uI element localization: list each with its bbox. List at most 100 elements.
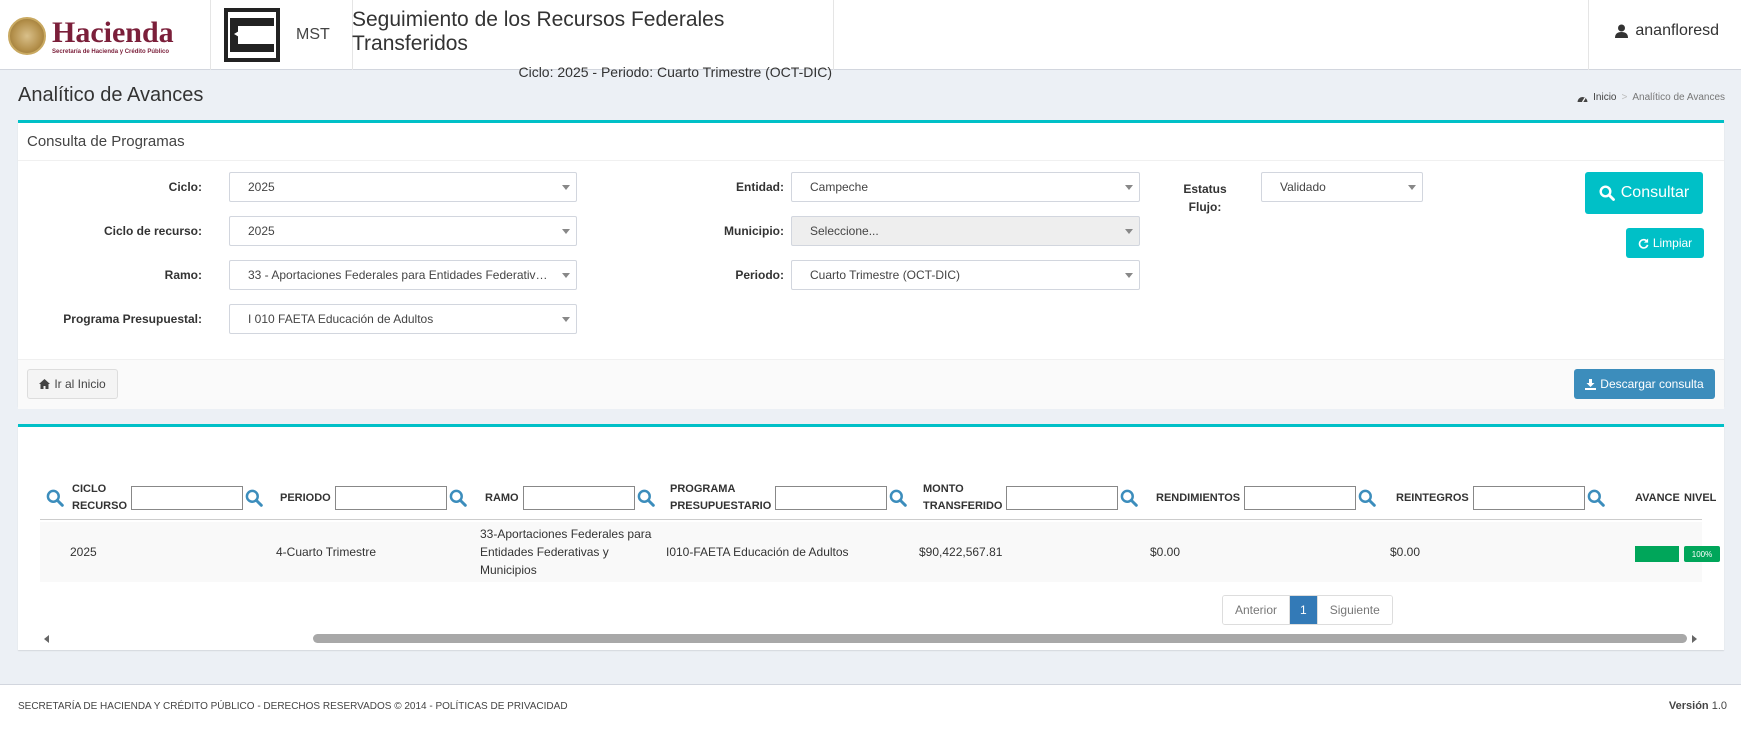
estatus-select[interactable]: Validado bbox=[1261, 172, 1423, 202]
chevron-down-icon bbox=[1125, 273, 1133, 278]
th-periodo: PERIODO bbox=[280, 476, 482, 520]
search-icon bbox=[1599, 185, 1615, 201]
search-icon[interactable] bbox=[243, 487, 265, 509]
ciclo-label: Ciclo: bbox=[168, 180, 202, 194]
results-box: CICLO RECURSO PERIODO RAMO PROGRAMA PRESUP… bbox=[18, 424, 1724, 650]
nivel-badge: 100% bbox=[1684, 546, 1720, 562]
entidad-label: Entidad: bbox=[736, 180, 784, 194]
logo-title: Hacienda bbox=[52, 15, 174, 49]
periodo-filter-input[interactable] bbox=[334, 486, 447, 510]
breadcrumb-home[interactable]: Inicio bbox=[1593, 92, 1616, 103]
mst-label: MST bbox=[296, 26, 330, 43]
footer-version: Versión 1.0 bbox=[1668, 700, 1727, 712]
user-name: ananfloresd bbox=[1635, 22, 1719, 39]
ramo-label: Ramo: bbox=[164, 268, 202, 282]
cell-reintegros: $0.00 bbox=[1390, 545, 1421, 559]
pagination-page-1[interactable]: 1 bbox=[1289, 596, 1317, 624]
page-title: Analítico de Avances bbox=[18, 84, 204, 106]
cell-rendimientos: $0.00 bbox=[1150, 545, 1181, 559]
municipio-select[interactable]: Seleccione... bbox=[791, 216, 1140, 246]
page-footer: SECRETARÍA DE HACIENDA Y CRÉDITO PÚBLICO… bbox=[0, 684, 1741, 730]
footer-copyright: SECRETARÍA DE HACIENDA Y CRÉDITO PÚBLICO… bbox=[18, 701, 568, 712]
app-subtitle: Ciclo: 2025 - Periodo: Cuarto Trimestre … bbox=[518, 64, 832, 80]
th-nivel: NIVEL bbox=[1684, 491, 1717, 504]
programa-select[interactable]: I 010 FAETA Educación de Adultos bbox=[229, 304, 577, 334]
ciclo-recurso-select[interactable]: 2025 bbox=[229, 216, 577, 246]
table-row[interactable]: 2025 4-Cuarto Trimestre 33-Aportaciones … bbox=[40, 522, 1720, 582]
search-icon[interactable] bbox=[887, 487, 909, 509]
breadcrumb-separator: > bbox=[1621, 92, 1628, 103]
monto-filter-input[interactable] bbox=[1006, 486, 1119, 510]
limpiar-button[interactable]: Limpiar bbox=[1626, 228, 1704, 258]
ir-al-inicio-button[interactable]: Ir al Inicio bbox=[27, 369, 118, 399]
th-programa: PROGRAMA PRESUPUESTARIO bbox=[670, 476, 924, 520]
periodo-select[interactable]: Cuarto Trimestre (OCT-DIC) bbox=[791, 260, 1140, 290]
scroll-right-arrow[interactable] bbox=[1692, 635, 1697, 643]
top-header: Hacienda Secretaría de Hacienda y Crédit… bbox=[0, 0, 1741, 80]
cell-ramo: 33-Aportaciones Federales para Entidades… bbox=[480, 527, 652, 577]
estatus-flujo-label: Estatus Flujo: bbox=[1183, 182, 1227, 214]
ciclo-select[interactable]: 2025 bbox=[229, 172, 577, 202]
app-title: Seguimiento de los Recursos Federales Tr… bbox=[352, 8, 725, 55]
mst-logo[interactable]: MST bbox=[212, 0, 352, 70]
ciclo-recurso-label: Ciclo de recurso: bbox=[103, 224, 202, 238]
chevron-down-icon bbox=[1125, 229, 1133, 234]
search-icon[interactable] bbox=[635, 487, 657, 509]
th-reintegros: REINTEGROS bbox=[1396, 476, 1626, 520]
chevron-down-icon bbox=[1125, 185, 1133, 190]
search-all-icon[interactable] bbox=[44, 487, 66, 509]
descargar-consulta-button[interactable]: Descargar consulta bbox=[1574, 369, 1715, 399]
periodo-label: Periodo: bbox=[735, 268, 784, 282]
pagination-prev[interactable]: Anterior bbox=[1223, 596, 1290, 624]
th-ramo: RAMO bbox=[485, 476, 671, 520]
search-icon[interactable] bbox=[1585, 487, 1607, 509]
cell-monto: $90,422,567.81 bbox=[919, 545, 1003, 559]
user-icon bbox=[1615, 24, 1629, 38]
cell-periodo: 4-Cuarto Trimestre bbox=[276, 545, 377, 559]
search-icon[interactable] bbox=[1118, 487, 1140, 509]
breadcrumb: Inicio > Analítico de Avances bbox=[1577, 92, 1725, 103]
horizontal-scrollbar[interactable] bbox=[313, 634, 1687, 643]
scroll-left-arrow[interactable] bbox=[44, 635, 49, 643]
user-menu[interactable]: ananfloresd bbox=[1615, 22, 1719, 40]
consulta-box: Consulta de Programas Ciclo: 2025 Ciclo … bbox=[18, 120, 1724, 409]
search-icon[interactable] bbox=[447, 487, 469, 509]
rendimientos-filter-input[interactable] bbox=[1244, 486, 1357, 510]
pagination-next[interactable]: Siguiente bbox=[1316, 596, 1392, 624]
mst-logo-icon bbox=[224, 8, 280, 62]
consultar-button[interactable]: Consultar bbox=[1585, 172, 1703, 214]
seal-icon bbox=[8, 17, 46, 55]
entidad-select[interactable]: Campeche bbox=[791, 172, 1140, 202]
refresh-icon bbox=[1638, 237, 1649, 249]
cell-ciclo: 2025 bbox=[70, 545, 97, 559]
breadcrumb-current: Analítico de Avances bbox=[1632, 92, 1725, 103]
chevron-down-icon bbox=[562, 273, 570, 278]
download-icon bbox=[1585, 378, 1597, 390]
th-ciclo-recurso: CICLO RECURSO bbox=[72, 476, 278, 520]
programa-label: Programa Presupuestal: bbox=[63, 312, 202, 326]
logo-subtitle: Secretaría de Hacienda y Crédito Público bbox=[52, 48, 170, 55]
chevron-down-icon bbox=[562, 317, 570, 322]
home-icon bbox=[39, 379, 51, 389]
hacienda-logo[interactable]: Hacienda Secretaría de Hacienda y Crédit… bbox=[8, 14, 198, 58]
ciclo-filter-input[interactable] bbox=[131, 486, 244, 510]
box-title: Consulta de Programas bbox=[27, 133, 185, 150]
th-monto: MONTO TRANSFERIDO bbox=[923, 476, 1155, 520]
search-icon[interactable] bbox=[1356, 487, 1378, 509]
th-rendimientos: RENDIMIENTOS bbox=[1156, 476, 1394, 520]
chevron-down-icon bbox=[562, 229, 570, 234]
dashboard-icon bbox=[1577, 96, 1588, 102]
reintegros-filter-input[interactable] bbox=[1472, 486, 1585, 510]
ramo-filter-input[interactable] bbox=[522, 486, 635, 510]
table-header: CICLO RECURSO PERIODO RAMO PROGRAMA PRESUP… bbox=[40, 476, 1716, 520]
chevron-down-icon bbox=[562, 185, 570, 190]
cell-programa: I010-FAETA Educación de Adultos bbox=[666, 545, 849, 559]
chevron-down-icon bbox=[1408, 185, 1416, 190]
municipio-label: Municipio: bbox=[724, 224, 784, 238]
ramo-select[interactable]: 33 - Aportaciones Federales para Entidad… bbox=[229, 260, 577, 290]
avance-progress-bar bbox=[1635, 546, 1679, 562]
app-title-block: Seguimiento de los Recursos Federales Tr… bbox=[352, 8, 832, 80]
pagination: Anterior 1 Siguiente bbox=[1222, 595, 1393, 625]
programa-filter-input[interactable] bbox=[775, 486, 888, 510]
th-avance: AVANCE bbox=[1635, 491, 1680, 504]
